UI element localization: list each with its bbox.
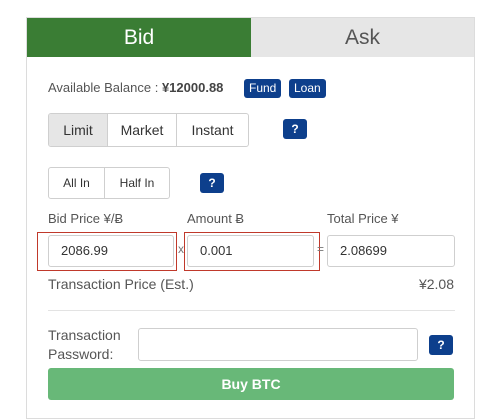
half-in-button[interactable]: Half In [105,168,169,198]
password-label-line2: Password: [48,346,114,362]
quick-amount-selector: All In Half In [48,167,170,199]
divider [48,310,455,311]
password-help-button[interactable]: ? [429,335,453,355]
balance-value: ¥12000.88 [161,80,224,95]
trade-tabs: Bid Ask [27,18,474,57]
bid-price-input[interactable]: 2086.99 [48,235,174,267]
total-price-label: Total Price ¥ [327,211,399,226]
fund-button[interactable]: Fund [244,79,282,98]
buy-btc-button[interactable]: Buy BTC [48,368,454,400]
trade-panel: Bid Ask Available Balance : ¥12000.88 Fu… [26,17,475,419]
equals-sign: = [317,242,325,256]
amount-label: Amount Ƀ [187,211,245,226]
tab-ask[interactable]: Ask [251,18,474,57]
password-label-line1: Transaction [48,327,121,343]
all-in-button[interactable]: All In [49,168,105,198]
loan-button[interactable]: Loan [289,79,326,98]
tab-bid[interactable]: Bid [27,18,251,57]
transaction-password-input[interactable] [138,328,418,361]
balance-label: Available Balance : [48,80,162,95]
order-type-instant[interactable]: Instant [177,114,248,146]
amount-input[interactable]: 0.001 [187,235,314,267]
order-type-limit[interactable]: Limit [49,114,108,146]
quick-amount-help-button[interactable]: ? [200,173,224,193]
available-balance: Available Balance : ¥12000.88 [48,80,223,95]
transaction-price-value: ¥2.08 [418,276,454,292]
order-type-help-button[interactable]: ? [283,119,307,139]
order-type-selector: Limit Market Instant [48,113,249,147]
total-price-input[interactable]: 2.08699 [327,235,455,267]
order-type-market[interactable]: Market [108,114,177,146]
multiply-sign: x [178,242,184,256]
transaction-price-label: Transaction Price (Est.) [48,276,194,292]
bid-price-label: Bid Price ¥/Ƀ [48,211,124,226]
password-label: Transaction Password: [48,326,121,364]
